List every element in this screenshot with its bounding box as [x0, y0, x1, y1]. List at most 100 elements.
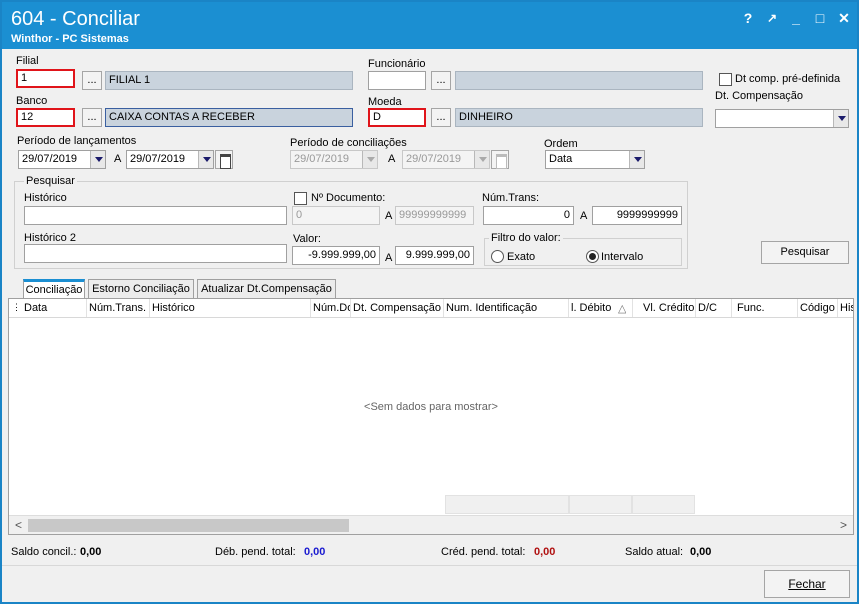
column-header-historico[interactable]: Histórico — [152, 302, 310, 314]
title-bar: 604 - Conciliar Winthor - PC Sistemas ? … — [2, 2, 857, 49]
num-trans-from[interactable]: 0 — [483, 206, 574, 225]
column-header-func[interactable]: Func. — [737, 302, 797, 314]
periodo-conc-from-value: 29/07/2019 — [294, 153, 350, 165]
chevron-down-icon[interactable] — [198, 151, 213, 168]
banco-browse-button[interactable]: ... — [82, 108, 102, 127]
tab-estorno-conciliacao[interactable]: Estorno Conciliação — [88, 279, 194, 298]
filial-browse-button[interactable]: ... — [82, 71, 102, 90]
column-header-dc[interactable]: D/C — [698, 302, 728, 314]
column-header-vl-debito[interactable]: l. Débito — [571, 302, 617, 314]
horizontal-scrollbar[interactable]: < > — [9, 515, 853, 534]
column-divider — [443, 299, 444, 317]
filial-code-input[interactable]: 1 — [16, 69, 75, 88]
conciliacao-grid[interactable]: ⋮ Data Núm.Trans. Histórico Núm.Do Dt. C… — [8, 298, 854, 535]
periodo-lanc-to-date[interactable]: 29/07/2019 — [126, 150, 214, 169]
banco-code-input[interactable]: 12 — [16, 108, 75, 127]
funcionario-browse-button[interactable]: ... — [431, 71, 451, 90]
column-header-data[interactable]: Data — [24, 302, 84, 314]
ordem-value: Data — [549, 153, 573, 165]
app-window: 604 - Conciliar Winthor - PC Sistemas ? … — [0, 0, 859, 604]
valor-to[interactable]: 9.999.999,00 — [395, 246, 474, 265]
num-trans-label: Núm.Trans: — [482, 192, 540, 204]
periodo-conc-sep: A — [388, 153, 396, 165]
num-trans-to[interactable]: 9999999999 — [592, 206, 682, 225]
moeda-code-input[interactable]: D — [368, 108, 426, 127]
column-header-num-doc[interactable]: Núm.Do — [313, 302, 350, 314]
dt-comp-predef-checkbox[interactable] — [719, 73, 732, 86]
filtro-valor-label: Filtro do valor: — [489, 232, 563, 244]
fechar-button[interactable]: Fechar — [764, 570, 850, 598]
footer-cell — [445, 495, 569, 514]
historico-label: Histórico — [24, 192, 67, 204]
edit-window-button[interactable]: ↗ — [762, 8, 782, 28]
column-divider — [731, 299, 732, 317]
scroll-left-icon[interactable]: < — [10, 517, 27, 534]
pesquisar-button[interactable]: Pesquisar — [761, 241, 849, 264]
scroll-right-icon[interactable]: > — [835, 517, 852, 534]
filtro-intervalo-radio[interactable] — [586, 250, 599, 263]
column-header-num-identificacao[interactable]: Num. Identificação — [446, 302, 566, 314]
bottom-bar: Fechar — [2, 565, 857, 602]
filtro-exato-radio[interactable] — [491, 250, 504, 263]
column-divider — [632, 299, 633, 317]
saldo-concil-value: 0,00 — [80, 546, 102, 558]
banco-label: Banco — [16, 95, 48, 107]
window-title: 604 - Conciliar — [11, 8, 140, 30]
column-chooser-icon[interactable]: ⋮ — [12, 302, 21, 313]
column-divider — [568, 299, 569, 317]
column-header-dt-compensacao[interactable]: Dt. Compensação — [353, 302, 441, 314]
dt-comp-predef-label: Dt comp. pré-definida — [735, 73, 841, 85]
filtro-intervalo-label: Intervalo — [601, 251, 644, 263]
maximize-button[interactable]: □ — [810, 8, 830, 28]
periodo-lanc-from-value: 29/07/2019 — [22, 153, 78, 165]
filial-name-field: FILIAL 1 — [105, 71, 353, 90]
periodo-lanc-sep: A — [114, 153, 122, 165]
tab-atualizar-dt-compensacao[interactable]: Atualizar Dt.Compensação — [197, 279, 336, 298]
funcionario-label: Funcionário — [368, 58, 426, 70]
historico-input[interactable] — [24, 206, 287, 225]
column-divider — [350, 299, 351, 317]
chevron-down-icon[interactable] — [90, 151, 105, 168]
num-documento-to: 99999999999 — [395, 206, 474, 225]
funcionario-name-field — [455, 71, 703, 90]
help-button[interactable]: ? — [738, 8, 758, 28]
periodo-lancamentos-label: Período de lançamentos — [17, 135, 137, 147]
column-header-codigo[interactable]: Código — [800, 302, 838, 314]
filial-label: Filial — [16, 55, 39, 67]
moeda-browse-button[interactable]: ... — [431, 108, 451, 127]
chevron-down-icon[interactable] — [629, 151, 644, 168]
deb-pend-label: Déb. pend. total: — [215, 546, 296, 558]
calendar-icon[interactable] — [215, 150, 233, 169]
periodo-conc-to-date: 29/07/2019 — [402, 150, 490, 169]
grid-header: ⋮ Data Núm.Trans. Histórico Núm.Do Dt. C… — [9, 299, 853, 318]
column-header-historico-2[interactable]: His — [840, 302, 853, 314]
footer-cell — [632, 495, 695, 514]
minimize-button[interactable]: _ — [786, 8, 806, 28]
periodo-conc-to-value: 29/07/2019 — [406, 153, 462, 165]
moeda-name-field: DINHEIRO — [455, 108, 703, 127]
close-window-button[interactable]: ✕ — [834, 8, 854, 28]
footer-cell — [569, 495, 632, 514]
moeda-label: Moeda — [368, 96, 402, 108]
column-header-num-trans[interactable]: Núm.Trans. — [89, 302, 149, 314]
periodo-conciliacoes-label: Período de conciliações — [290, 137, 407, 149]
window-subtitle: Winthor - PC Sistemas — [11, 33, 129, 45]
historico2-input[interactable] — [24, 244, 287, 263]
column-header-vl-credito[interactable]: Vl. Crédito — [643, 302, 695, 314]
saldo-atual-label: Saldo atual: — [625, 546, 684, 558]
ordem-label: Ordem — [544, 138, 578, 150]
chevron-down-icon — [474, 151, 489, 168]
dt-compensacao-combo[interactable] — [715, 109, 849, 128]
num-documento-sep: A — [385, 210, 393, 222]
valor-label: Valor: — [293, 233, 321, 245]
scrollbar-thumb[interactable] — [28, 519, 349, 532]
valor-from[interactable]: -9.999.999,00 — [292, 246, 380, 265]
periodo-lanc-from-date[interactable]: 29/07/2019 — [18, 150, 106, 169]
num-documento-checkbox[interactable] — [294, 192, 307, 205]
chevron-down-icon[interactable] — [833, 110, 848, 127]
ordem-combo[interactable]: Data — [545, 150, 645, 169]
tab-conciliacao[interactable]: Conciliação — [23, 279, 85, 298]
funcionario-code-input[interactable] — [368, 71, 426, 90]
deb-pend-value: 0,00 — [304, 546, 326, 558]
column-divider — [86, 299, 87, 317]
